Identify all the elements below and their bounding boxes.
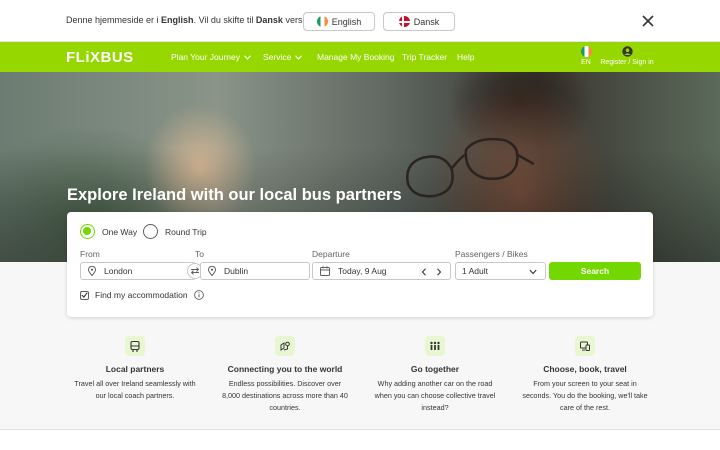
devices-icon [575, 336, 595, 356]
chevron-down-icon [244, 54, 251, 60]
radio-selected-icon [80, 224, 95, 239]
round-trip-label: Round Trip [165, 226, 207, 237]
account-label: Register / Sign in [600, 59, 654, 66]
nav-trip-tracker-label: Trip Tracker [402, 52, 448, 62]
passengers-select[interactable]: 1 Adult [455, 262, 546, 280]
feature-title: Connecting you to the world [227, 364, 343, 374]
find-accommodation-checkbox[interactable]: Find my accommodation [80, 290, 204, 300]
to-input[interactable]: Dublin [200, 262, 310, 280]
nav-service[interactable]: Service [263, 52, 303, 62]
language-code: EN [581, 59, 591, 66]
location-pin-icon [88, 266, 96, 276]
language-switcher[interactable]: EN [578, 46, 594, 66]
english-button-label: English [331, 16, 362, 27]
bus-icon [125, 336, 145, 356]
language-prompt: Denne hjemmeside er i English. Vil du sk… [66, 15, 329, 25]
nav-service-label: Service [263, 52, 292, 62]
departure-value: Today, 9 Aug [338, 266, 387, 276]
one-way-label: One Way [102, 226, 138, 237]
accommodation-label: Find my accommodation [95, 290, 188, 300]
calendar-icon [320, 266, 330, 276]
passengers-label: Passengers / Bikes [455, 249, 528, 259]
feature-description: Travel all over Ireland seamlessly with o… [74, 379, 196, 400]
location-pin-icon [208, 266, 216, 276]
account-link[interactable]: Register / Sign in [598, 46, 656, 66]
chevron-down-icon [295, 54, 303, 60]
nav-plan-journey[interactable]: Plan Your Journey [171, 52, 251, 62]
previous-day-icon[interactable] [421, 268, 427, 276]
main-nav: FLiXBUS Plan Your Journey Service Manage… [0, 42, 720, 72]
nav-manage-booking[interactable]: Manage My Booking [317, 52, 395, 62]
close-icon[interactable] [640, 13, 656, 29]
feature-connecting-world: Connecting you to the world Endless poss… [205, 336, 365, 414]
page-footer-area [0, 431, 720, 450]
feature-title: Choose, book, travel [543, 364, 627, 374]
search-button[interactable]: Search [549, 262, 641, 280]
feature-title: Local partners [105, 364, 165, 374]
feature-local-partners: Local partners Travel all over Ireland s… [55, 336, 215, 402]
ireland-flag-icon [580, 46, 592, 57]
passengers-value: 1 Adult [462, 266, 488, 276]
feature-description: From your screen to your seat in seconds.… [522, 379, 648, 412]
current-language: English [161, 15, 194, 25]
hero-title: Explore Ireland with our local bus partn… [67, 186, 402, 204]
swap-arrows-icon [190, 267, 200, 275]
feature-title: Go together [410, 364, 460, 374]
search-form: One Way Round Trip From To Departure Pas… [67, 212, 653, 317]
user-icon [621, 46, 633, 57]
danish-button[interactable]: Dansk [383, 12, 455, 31]
english-button[interactable]: English [303, 12, 375, 31]
from-label: From [80, 249, 100, 259]
nav-plan-journey-label: Plan Your Journey [171, 52, 240, 62]
nav-manage-booking-label: Manage My Booking [317, 52, 395, 62]
from-value: London [104, 266, 133, 276]
map-route-icon [275, 336, 295, 356]
nav-trip-tracker[interactable]: Trip Tracker [402, 52, 447, 62]
flixbus-logo[interactable]: FLiXBUS [66, 49, 134, 66]
to-value: Dublin [224, 266, 249, 276]
next-day-icon[interactable] [436, 268, 442, 276]
nav-help[interactable]: Help [457, 52, 474, 62]
ireland-flag-icon [316, 16, 328, 27]
radio-unselected-icon [143, 224, 158, 239]
feature-go-together: Go together Why adding another car on th… [355, 336, 515, 414]
departure-date-input[interactable]: Today, 9 Aug [312, 262, 451, 280]
info-icon[interactable] [193, 290, 204, 300]
from-input[interactable]: London [80, 262, 196, 280]
checkbox-checked-icon [80, 290, 89, 300]
round-trip-radio[interactable]: Round Trip [143, 224, 207, 239]
language-banner: Denne hjemmeside er i English. Vil du sk… [0, 0, 720, 42]
hero-photo-glasses [406, 137, 534, 198]
one-way-radio[interactable]: One Way [80, 224, 137, 239]
feature-description: Endless possibilities. Discover over 8,00… [222, 379, 348, 412]
target-language: Dansk [255, 15, 283, 25]
denmark-flag-icon [398, 16, 410, 27]
chevron-down-icon [529, 269, 537, 275]
feature-choose-book-travel: Choose, book, travel From your screen to… [505, 336, 665, 414]
nav-help-label: Help [457, 52, 475, 62]
to-label: To [195, 249, 204, 259]
danish-button-label: Dansk [413, 16, 440, 27]
people-icon [425, 336, 445, 356]
feature-description: Why adding another car on the road when y… [374, 379, 496, 412]
departure-label: Departure [312, 249, 350, 259]
